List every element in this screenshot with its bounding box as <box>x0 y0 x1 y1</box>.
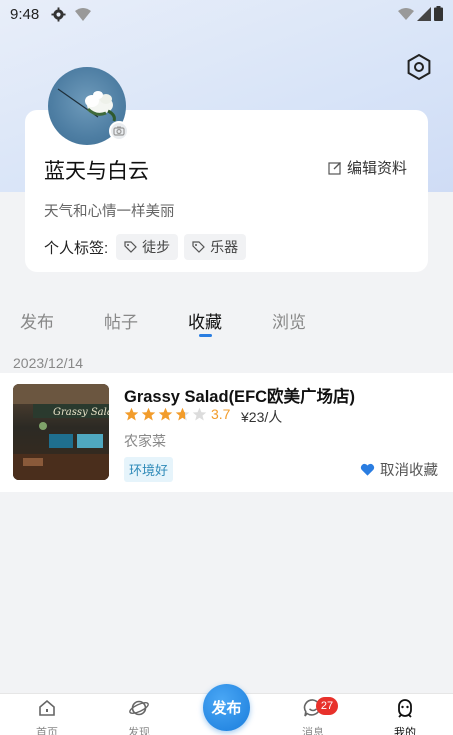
unfavorite-button[interactable]: 取消收藏 <box>360 459 438 480</box>
restaurant-name: Grassy Salad(EFC欧美广场店) <box>124 388 356 406</box>
price-per-person: ¥23/人 <box>241 409 283 425</box>
nav-mine-label: 我的 <box>394 727 416 735</box>
restaurant-thumbnail: Grassy Salad <box>13 384 109 480</box>
tag-icon <box>192 240 206 253</box>
tag-hiking[interactable]: 徒步 <box>116 234 179 260</box>
tag-instrument[interactable]: 乐器 <box>184 234 247 260</box>
star-icon <box>158 407 173 420</box>
rating-value: 3.7 <box>211 406 231 422</box>
rating-stars: 3.7 <box>124 406 230 422</box>
thumb-sign-text: Grassy Salad <box>53 407 109 418</box>
settings-status-icon <box>51 7 66 22</box>
active-tab-indicator <box>199 334 212 337</box>
feature-tag: 环境好 <box>124 457 174 482</box>
tab-publish[interactable]: 发布 <box>20 308 54 333</box>
tags-label: 个人标签: <box>44 239 109 257</box>
nav-home[interactable]: 首页 <box>22 698 72 735</box>
camera-icon[interactable] <box>109 121 129 141</box>
tab-history[interactable]: 浏览 <box>272 308 306 333</box>
personal-tags: 个人标签: 徒步 乐器 <box>44 234 247 260</box>
planet-icon <box>129 700 149 716</box>
edit-profile-button[interactable]: 编辑资料 <box>328 157 407 178</box>
nav-discover[interactable]: 发现 <box>114 698 164 735</box>
home-icon <box>39 699 55 716</box>
tab-favorites[interactable]: 收藏 <box>188 308 222 333</box>
star-icon <box>124 407 139 420</box>
favorite-date: 2023/12/14 <box>13 355 84 371</box>
edit-profile-label: 编辑资料 <box>347 160 408 177</box>
unfavorite-label: 取消收藏 <box>380 463 438 479</box>
nav-home-label: 首页 <box>36 727 58 735</box>
signal-icon <box>417 6 431 21</box>
nav-discover-label: 发现 <box>128 727 150 735</box>
profile-icon <box>398 699 412 718</box>
username: 蓝天与白云 <box>44 160 149 183</box>
battery-icon <box>434 6 443 21</box>
wifi-status-icon <box>75 8 91 21</box>
empty-star-icon <box>192 407 207 420</box>
status-right-icons <box>398 6 443 21</box>
profile-tabs: 发布 帖子 收藏 浏览 <box>0 298 453 342</box>
half-star-icon <box>175 407 190 420</box>
status-time: 9:48 <box>10 6 40 23</box>
edit-icon <box>328 161 341 175</box>
status-bar: 9:48 <box>0 0 453 30</box>
bio: 天气和心情一样美丽 <box>44 204 175 220</box>
favorite-item-card[interactable]: Grassy Salad Grassy Salad(EFC欧美广场店) 3.7 … <box>0 373 453 492</box>
star-icon <box>141 407 156 420</box>
nav-mine[interactable]: 我的 <box>380 698 430 735</box>
restaurant-category: 农家菜 <box>124 433 166 449</box>
nav-messages-label: 消息 <box>302 727 324 735</box>
publish-button[interactable]: 发布 <box>203 684 250 731</box>
settings-hex-icon[interactable] <box>404 52 434 82</box>
tag-icon <box>124 240 138 253</box>
wifi-icon <box>398 7 414 20</box>
heart-icon <box>360 463 375 476</box>
message-badge: 27 <box>316 697 338 715</box>
tag-label: 徒步 <box>142 239 171 255</box>
tag-label: 乐器 <box>210 239 239 255</box>
tab-posts[interactable]: 帖子 <box>104 308 138 333</box>
